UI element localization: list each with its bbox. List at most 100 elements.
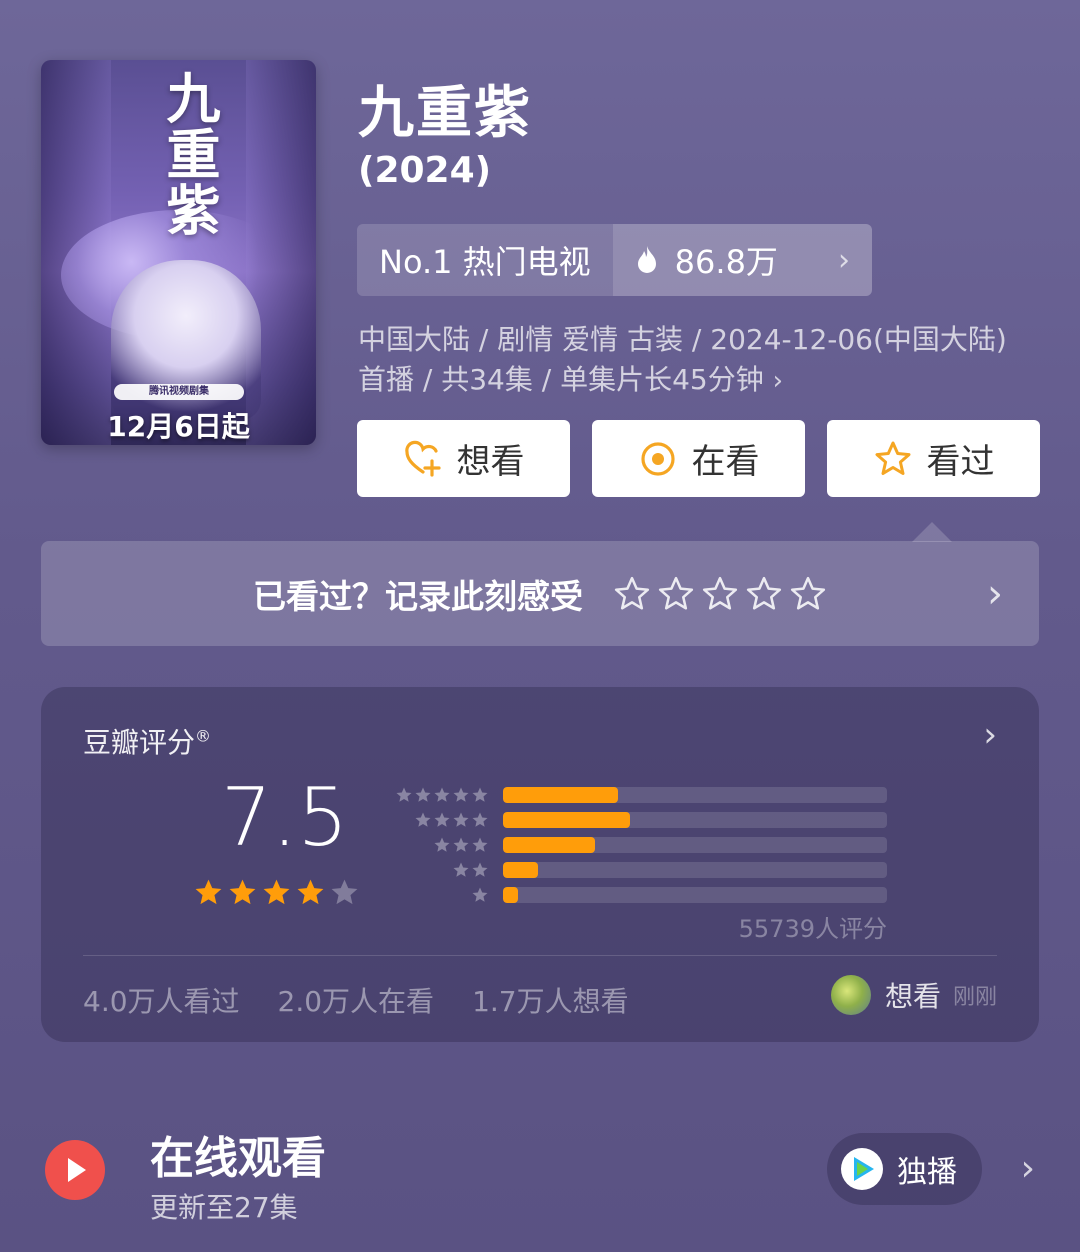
- poster-date-art: 12月6日起: [107, 410, 250, 443]
- watch-online-title: 在线观看: [150, 1133, 326, 1184]
- chevron-right-icon: ›: [838, 242, 850, 278]
- heat-section[interactable]: 86.8万 ›: [612, 224, 872, 296]
- filled-star-icon: [195, 879, 222, 905]
- chevron-right-icon[interactable]: ›: [1021, 1148, 1035, 1189]
- douban-score-value: 7.5: [221, 771, 349, 864]
- mini-star-icon: [472, 837, 488, 852]
- rank-pill[interactable]: No.1 热门电视 86.8万 ›: [357, 224, 872, 296]
- douban-score-label-text: 豆瓣评分: [83, 726, 196, 759]
- watching-count: 2.0万人在看: [277, 985, 435, 1018]
- empty-star-icon[interactable]: [701, 575, 739, 613]
- exclusive-badge[interactable]: 独播: [827, 1133, 982, 1205]
- watched-label: 看过: [926, 442, 995, 482]
- recent-activity[interactable]: 想看 刚刚: [830, 975, 997, 1015]
- watch-online-section[interactable]: 在线观看 更新至27集 独播 ›: [45, 1120, 1045, 1224]
- avatar: [830, 975, 871, 1015]
- distribution-bar-fill: [503, 811, 630, 828]
- empty-star-icon: [331, 879, 358, 905]
- distribution-bar-fill: [503, 786, 619, 803]
- poster-image[interactable]: 九重紫 腾讯视频剧集 12月6日起: [41, 60, 316, 445]
- action-buttons: 想看 在看 看过: [357, 420, 1040, 497]
- row-star-level: [391, 811, 489, 829]
- want-count: 1.7万人想看: [472, 985, 629, 1018]
- mini-star-icon: [453, 862, 469, 877]
- tencent-video-logo-icon: [841, 1148, 883, 1190]
- heart-plus-icon: [404, 440, 441, 477]
- row-star-level: [391, 861, 489, 879]
- meta-line-2-text: 首播 / 共34集 / 单集片长45分钟: [358, 363, 764, 396]
- filled-star-icon: [263, 879, 290, 905]
- record-feeling-bar[interactable]: 已看过？记录此刻感受 ›: [41, 541, 1039, 646]
- distribution-row: [391, 807, 887, 832]
- empty-star-icon[interactable]: [745, 575, 783, 613]
- watching-button[interactable]: 在看: [592, 420, 805, 497]
- popover-tip: [912, 522, 952, 542]
- want-to-watch-label: 想看: [456, 442, 525, 482]
- watching-label: 在看: [691, 442, 760, 482]
- douban-score-label: 豆瓣评分®: [83, 721, 211, 761]
- activity-time: 刚刚: [952, 985, 997, 1010]
- mini-star-icon: [453, 787, 469, 802]
- rating-distribution: [391, 782, 887, 907]
- chevron-right-icon: ›: [987, 571, 1003, 617]
- rating-stars-input[interactable]: [613, 575, 827, 613]
- mini-star-icon: [472, 812, 488, 827]
- empty-star-icon[interactable]: [657, 575, 695, 613]
- distribution-bar-fill: [503, 861, 538, 878]
- distribution-bar-track: [503, 886, 887, 903]
- mini-star-icon: [472, 887, 488, 902]
- heat-value: 86.8万: [674, 243, 778, 281]
- exclusive-label: 独播: [897, 1155, 957, 1190]
- flame-icon: [637, 246, 656, 273]
- empty-star-icon[interactable]: [613, 575, 651, 613]
- release-year: (2024): [358, 150, 492, 191]
- meta-line-1: 中国大陆 / 剧情 爱情 古装 / 2024-12-06(中国大陆): [358, 323, 1007, 356]
- meta-info[interactable]: 中国大陆 / 剧情 爱情 古装 / 2024-12-06(中国大陆) 首播 / …: [358, 320, 1048, 401]
- filled-star-icon: [297, 879, 324, 905]
- douban-score-card[interactable]: 豆瓣评分® › 7.5 55739人评分 4.0万人看过 2.0万人在看 1.7…: [41, 687, 1039, 1042]
- distribution-row: [391, 882, 887, 907]
- distribution-row: [391, 832, 887, 857]
- meta-line-2: 首播 / 共34集 / 单集片长45分钟 ›: [358, 360, 1048, 401]
- mini-star-icon: [434, 787, 450, 802]
- distribution-row: [391, 857, 887, 882]
- empty-star-icon[interactable]: [789, 575, 827, 613]
- distribution-bar-track: [503, 786, 887, 803]
- want-to-watch-button[interactable]: 想看: [357, 420, 570, 497]
- distribution-row: [391, 782, 887, 807]
- mini-star-icon: [453, 812, 469, 827]
- watched-count: 4.0万人看过: [83, 985, 240, 1018]
- page-title: 九重紫: [358, 81, 532, 146]
- row-star-level: [391, 786, 489, 804]
- rank-label: No.1 热门电视: [379, 243, 591, 281]
- mini-star-icon: [453, 837, 469, 852]
- mini-star-icon: [472, 787, 488, 802]
- registered-mark: ®: [195, 726, 212, 746]
- chevron-right-icon[interactable]: ›: [983, 715, 997, 755]
- distribution-bar-track: [503, 811, 887, 828]
- mini-star-icon: [434, 837, 450, 852]
- rating-count: 55739人评分: [738, 915, 887, 943]
- poster-title-art: 九重紫: [157, 70, 221, 238]
- target-icon: [640, 441, 675, 476]
- episode-update: 更新至27集: [150, 1191, 298, 1224]
- record-prompt: 已看过？记录此刻感受: [253, 576, 583, 616]
- mini-star-icon: [415, 787, 431, 802]
- divider: [83, 955, 997, 956]
- score-stars: [193, 877, 360, 908]
- poster-studio-badge: 腾讯视频剧集: [114, 384, 244, 400]
- row-star-level: [391, 886, 489, 904]
- play-icon[interactable]: [45, 1140, 105, 1200]
- filled-star-icon: [229, 879, 256, 905]
- chevron-right-icon: ›: [772, 366, 784, 396]
- star-icon: [875, 441, 910, 475]
- mini-star-icon: [415, 812, 431, 827]
- mini-star-icon: [396, 787, 412, 802]
- watched-button[interactable]: 看过: [827, 420, 1040, 497]
- mini-star-icon: [472, 862, 488, 877]
- watch-stats: 4.0万人看过 2.0万人在看 1.7万人想看: [83, 980, 629, 1020]
- activity-type: 想看: [884, 980, 941, 1013]
- distribution-bar-fill: [503, 836, 596, 853]
- row-star-level: [391, 836, 489, 854]
- mini-star-icon: [434, 812, 450, 827]
